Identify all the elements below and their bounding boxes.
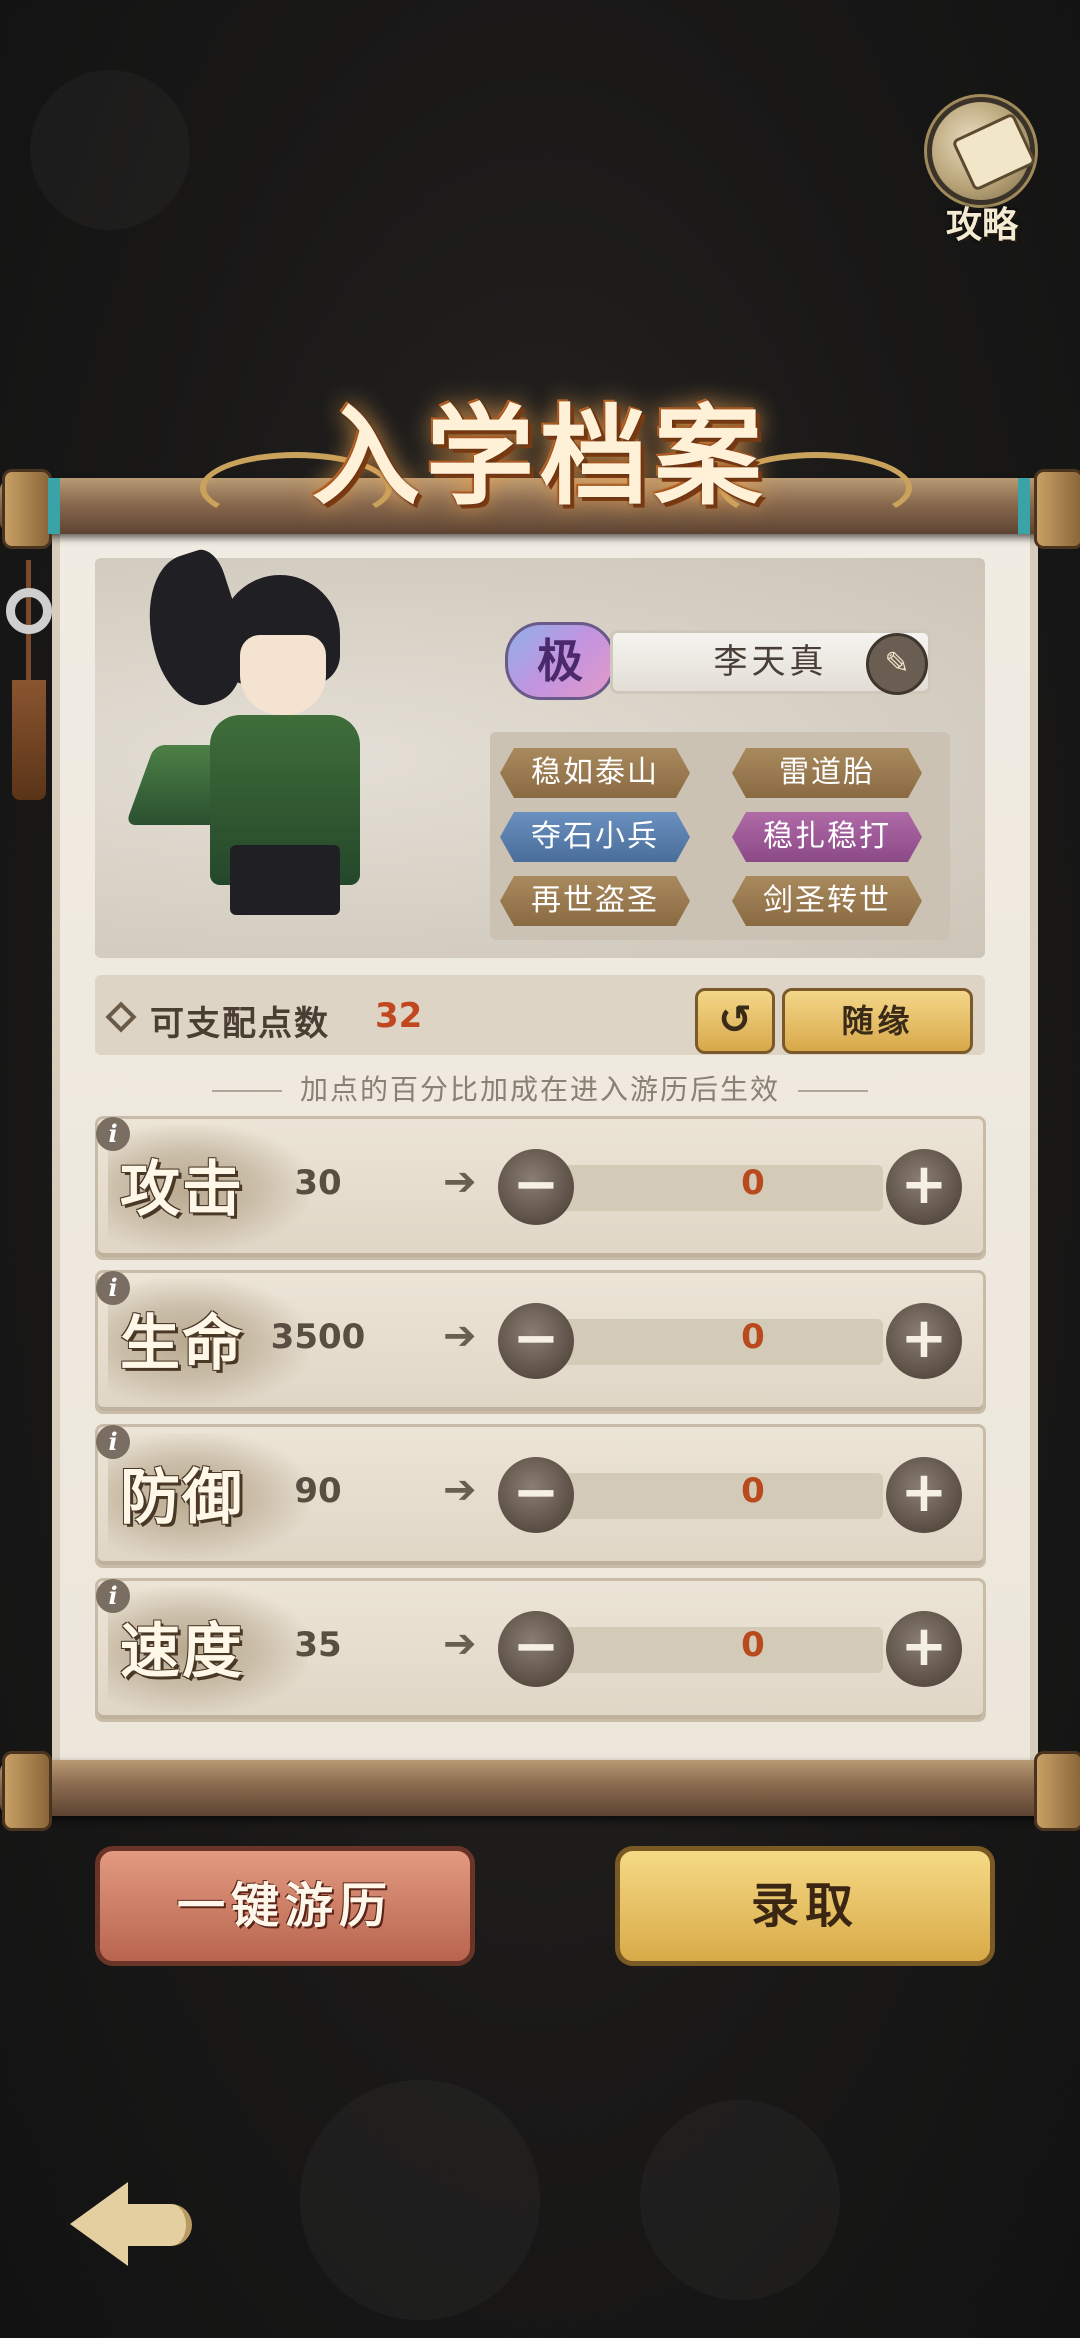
- added-points: 0: [741, 1471, 765, 1511]
- rename-brush-button[interactable]: ✎: [866, 633, 928, 695]
- stat-row-attack: i 攻击 30 ➔ 30 − 0 +: [95, 1116, 986, 1260]
- trait-tag[interactable]: 稳如泰山: [500, 748, 690, 798]
- stat-base-value: 3500: [270, 1317, 366, 1357]
- minus-button[interactable]: −: [498, 1303, 574, 1379]
- minus-button[interactable]: −: [498, 1611, 574, 1687]
- stat-row-speed: i 速度 35 ➔ 35 − 0 +: [95, 1578, 986, 1722]
- stat-base-value: 30: [294, 1163, 342, 1203]
- trait-tag[interactable]: 雷道胎: [732, 748, 922, 798]
- minus-button[interactable]: −: [498, 1149, 574, 1225]
- rank-badge: 极: [505, 622, 615, 700]
- trait-tag[interactable]: 稳扎稳打: [732, 812, 922, 862]
- added-points: 0: [741, 1625, 765, 1665]
- stat-base-value: 35: [294, 1625, 342, 1665]
- scroll-icon: [932, 102, 1037, 200]
- plus-button[interactable]: +: [886, 1457, 962, 1533]
- arrow-right-icon: ➔: [443, 1621, 477, 1667]
- jade-ring-icon: [6, 588, 52, 634]
- plus-button[interactable]: +: [886, 1149, 962, 1225]
- stat-row-defense: i 防御 90 ➔ 90 − 0 +: [95, 1424, 986, 1568]
- plus-button[interactable]: +: [886, 1303, 962, 1379]
- scroll-bottom-rod: [0, 1751, 1080, 1831]
- stat-name: 攻击: [120, 1155, 244, 1225]
- random-allocate-button[interactable]: 随缘: [782, 988, 973, 1054]
- background-blur: [300, 2080, 540, 2320]
- tassel: [12, 680, 46, 800]
- arrow-right-icon: ➔: [443, 1467, 477, 1513]
- arrow-right-icon: ➔: [443, 1313, 477, 1359]
- hint-text: 加点的百分比加成在进入游历后生效: [95, 1068, 985, 1108]
- background-blur: [640, 2100, 840, 2300]
- trait-tag[interactable]: 夺石小兵: [500, 812, 690, 862]
- added-points: 0: [741, 1317, 765, 1357]
- points-value: 32: [375, 996, 423, 1036]
- stat-base-value: 90: [294, 1471, 342, 1511]
- stat-name: 防御: [120, 1463, 244, 1533]
- back-button[interactable]: [70, 2168, 192, 2288]
- background-blur: [30, 70, 190, 230]
- guide-label: 攻略: [945, 205, 1018, 246]
- stat-row-health: i 生命 3500 ➔ 3500 − 0 +: [95, 1270, 986, 1414]
- added-points: 0: [741, 1163, 765, 1203]
- undo-icon[interactable]: ↺: [695, 988, 775, 1054]
- stat-name: 生命: [120, 1309, 244, 1379]
- trait-tag[interactable]: 再世盗圣: [500, 876, 690, 926]
- arrow-right-icon: ➔: [443, 1159, 477, 1205]
- points-label: 可支配点数: [150, 1004, 330, 1044]
- stat-name: 速度: [120, 1617, 244, 1687]
- admit-button[interactable]: 录取: [615, 1846, 995, 1966]
- minus-button[interactable]: −: [498, 1457, 574, 1533]
- plus-button[interactable]: +: [886, 1611, 962, 1687]
- guide-button[interactable]: 攻略: [922, 96, 1042, 246]
- auto-travel-button[interactable]: 一键游历: [95, 1846, 475, 1966]
- trait-tag[interactable]: 剑圣转世: [732, 876, 922, 926]
- page-title: 入学档案: [311, 394, 768, 520]
- character-portrait[interactable]: [125, 544, 400, 925]
